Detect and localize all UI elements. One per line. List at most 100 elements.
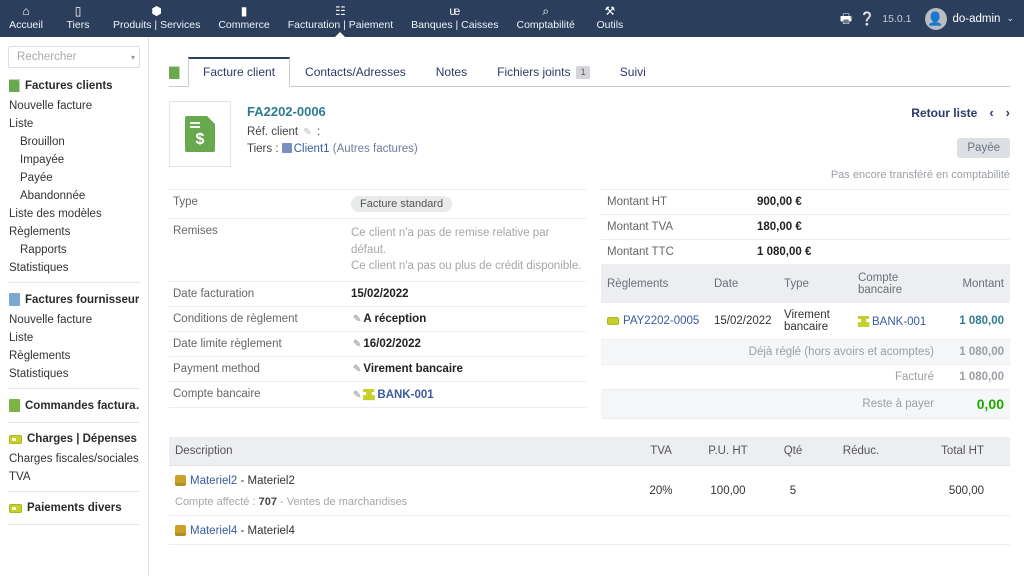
sidebar-item-liste[interactable]: Liste <box>0 115 148 133</box>
search-accounting-icon: ⌕ <box>542 4 550 18</box>
sidebar-item-liste-des-mod-les[interactable]: Liste des modèles <box>0 205 148 223</box>
edit-pencil-icon[interactable]: ✎ <box>301 127 313 138</box>
table-row: Materiel4 - Materiel4 <box>169 515 1010 545</box>
menu-item-comptabilit[interactable]: ⌕ Comptabilité <box>508 0 584 37</box>
sidebar-section-factures-fournisseur[interactable]: Factures fournisseur <box>0 288 148 311</box>
detail-text: 15/02/2022 <box>351 288 409 301</box>
payments-header-cell: Type <box>778 265 852 303</box>
search-box[interactable]: ▾ <box>8 46 140 68</box>
menu-item-tiers[interactable]: ▯ Tiers <box>52 0 104 37</box>
box-icon: ⬢ <box>151 4 162 18</box>
sidebar-item-brouillon[interactable]: Brouillon <box>0 133 148 151</box>
sidebar-section-label: Commandes factura… <box>25 399 140 412</box>
accounting-account-note: Compte affecté : 707 - Ventes de marchan… <box>175 496 624 508</box>
tab-suivi[interactable]: Suivi <box>605 58 661 87</box>
product-label: Materiel2 <box>247 475 295 487</box>
main-content: Facture client Contacts/Adresses Notes Fich… <box>149 37 1024 576</box>
money-icon <box>607 317 619 325</box>
table-row: Materiel2 - Materiel2 Compte affecté : 70… <box>169 465 1010 516</box>
sidebar-section-factures-clients[interactable]: Factures clients <box>0 74 148 97</box>
help-icon[interactable]: ❔ <box>859 12 875 25</box>
sidebar-item-pay-e[interactable]: Payée <box>0 169 148 187</box>
tab-label: Facture client <box>203 65 276 79</box>
invoice-reference: FA2202-0006 <box>247 104 326 119</box>
bank-account-link[interactable]: BANK-001 <box>377 389 433 401</box>
tiers-link[interactable]: Client1 <box>294 143 330 155</box>
chevron-down-icon[interactable]: ▾ <box>128 53 135 62</box>
search-input[interactable] <box>15 50 128 64</box>
accounting-transfer-note: Pas encore transféré en comptabilité <box>830 169 1010 181</box>
menu-item-label: Commerce <box>218 18 270 31</box>
detail-key: Date limite règlement <box>169 331 347 358</box>
sidebar-item-impay-e[interactable]: Impayée <box>0 151 148 169</box>
payment-summary-row: Reste à payer 0,00 <box>601 389 1010 419</box>
edit-pencil-icon[interactable]: ✎ <box>351 390 363 401</box>
menu-item-facturation-paiement[interactable]: ☷ Facturation | Paiement <box>279 0 402 37</box>
accounting-account-name: - Ventes de marchandises <box>280 496 408 508</box>
tab-facture-client[interactable]: Facture client <box>188 57 291 87</box>
sidebar-item-statistiques[interactable]: Statistiques <box>0 365 148 383</box>
detail-key: Payment method <box>169 356 347 383</box>
payments-header-row: Règlements Date Type Compte bancaire Montant <box>601 265 1010 303</box>
sidebar-item-charges-fiscales-sociales[interactable]: Charges fiscales/sociales <box>0 450 148 468</box>
sidebar-item-statistiques[interactable]: Statistiques <box>0 259 148 277</box>
wrench-icon: ⚒ <box>604 4 616 18</box>
amounts-table: Montant HT 900,00 € Montant TVA 180,00 € Mon… <box>601 189 1010 265</box>
menu-item-produits-services[interactable]: ⬢ Produits | Services <box>104 0 209 37</box>
tab-notes[interactable]: Notes <box>421 58 482 87</box>
invoice-header-actions: Retour liste ‹ › Payée Pas encore transf… <box>800 101 1010 181</box>
sidebar-item-rapports[interactable]: Rapports <box>0 241 148 259</box>
detail-key: Conditions de règlement <box>169 306 347 333</box>
invoice-document-icon: $ <box>169 101 231 167</box>
sidebar-section-commandes-factura[interactable]: Commandes factura… <box>0 394 148 417</box>
menu-item-commerce[interactable]: ▮ Commerce <box>209 0 278 37</box>
briefcase-icon: ▮ <box>240 4 248 18</box>
user-menu[interactable]: 👤 do-admin ⌄ <box>919 7 1014 30</box>
sidebar-item-r-glements[interactable]: Règlements <box>0 347 148 365</box>
sidebar-section-paiements-divers[interactable]: Paiements divers <box>0 497 148 519</box>
product-label: Materiel4 <box>247 525 295 537</box>
detail-text: A réception <box>363 313 427 326</box>
sidebar-section-label: Factures clients <box>25 79 113 92</box>
status-badge: Payée <box>957 138 1010 158</box>
back-to-list-link[interactable]: Retour liste <box>911 106 977 120</box>
home-icon: ⌂ <box>22 4 30 18</box>
tab-fichiers-joints[interactable]: Fichiers joints 1 <box>482 58 605 87</box>
next-record-icon[interactable]: › <box>1006 105 1010 120</box>
menu-item-banques-caisses[interactable]: ᵫ Banques | Caisses <box>402 0 507 37</box>
edit-pencil-icon[interactable]: ✎ <box>351 364 363 375</box>
sidebar-item-tva[interactable]: TVA <box>0 468 148 486</box>
edit-pencil-icon[interactable]: ✎ <box>351 339 363 350</box>
payment-account-link[interactable]: BANK-001 <box>872 316 926 328</box>
user-name: do-admin <box>952 12 1001 25</box>
sidebar-item-nouvelle-facture[interactable]: Nouvelle facture <box>0 97 148 115</box>
line-discount-cell <box>822 465 900 516</box>
sidebar-divider <box>8 524 140 525</box>
payment-reference-link[interactable]: PAY2202-0005 <box>623 315 699 327</box>
line-total-cell: 500,00 <box>900 465 1010 516</box>
sidebar-search: ▾ <box>0 37 148 74</box>
invoice-icon: ☷ <box>335 4 346 18</box>
detail-key: Type <box>169 189 347 219</box>
menu-item-outils[interactable]: ⚒ Outils <box>584 0 636 37</box>
amount-value: 180,00 € <box>751 214 1010 240</box>
product-link[interactable]: Materiel4 <box>190 525 237 537</box>
other-invoices-link[interactable]: (Autres factures) <box>333 143 418 155</box>
previous-record-icon[interactable]: ‹ <box>989 105 993 120</box>
lines-header-tva: TVA <box>630 437 692 466</box>
product-link[interactable]: Materiel2 <box>190 475 237 487</box>
sidebar-item-abandonn-e[interactable]: Abandonnée <box>0 187 148 205</box>
sidebar-item-r-glements[interactable]: Règlements <box>0 223 148 241</box>
sidebar-item-nouvelle-facture[interactable]: Nouvelle facture <box>0 311 148 329</box>
detail-value: Facture standard <box>347 189 587 219</box>
edit-pencil-icon[interactable]: ✎ <box>351 314 363 325</box>
payment-summary-row: Déjà réglé (hors avoirs et acomptes) 1 08… <box>601 339 1010 365</box>
sidebar-section-charges-d-penses[interactable]: Charges | Dépenses … <box>0 428 148 450</box>
sidebar-item-liste[interactable]: Liste <box>0 329 148 347</box>
printer-icon[interactable]: 🖶 <box>840 12 852 25</box>
lines-header-pu: P.U. HT <box>692 437 764 466</box>
detail-row: Compte bancaire ✎ BANK-001 <box>169 381 587 409</box>
payment-date-cell: 15/02/2022 <box>708 302 778 340</box>
tab-contacts-adresses[interactable]: Contacts/Adresses <box>290 58 421 87</box>
menu-item-accueil[interactable]: ⌂ Accueil <box>0 0 52 37</box>
